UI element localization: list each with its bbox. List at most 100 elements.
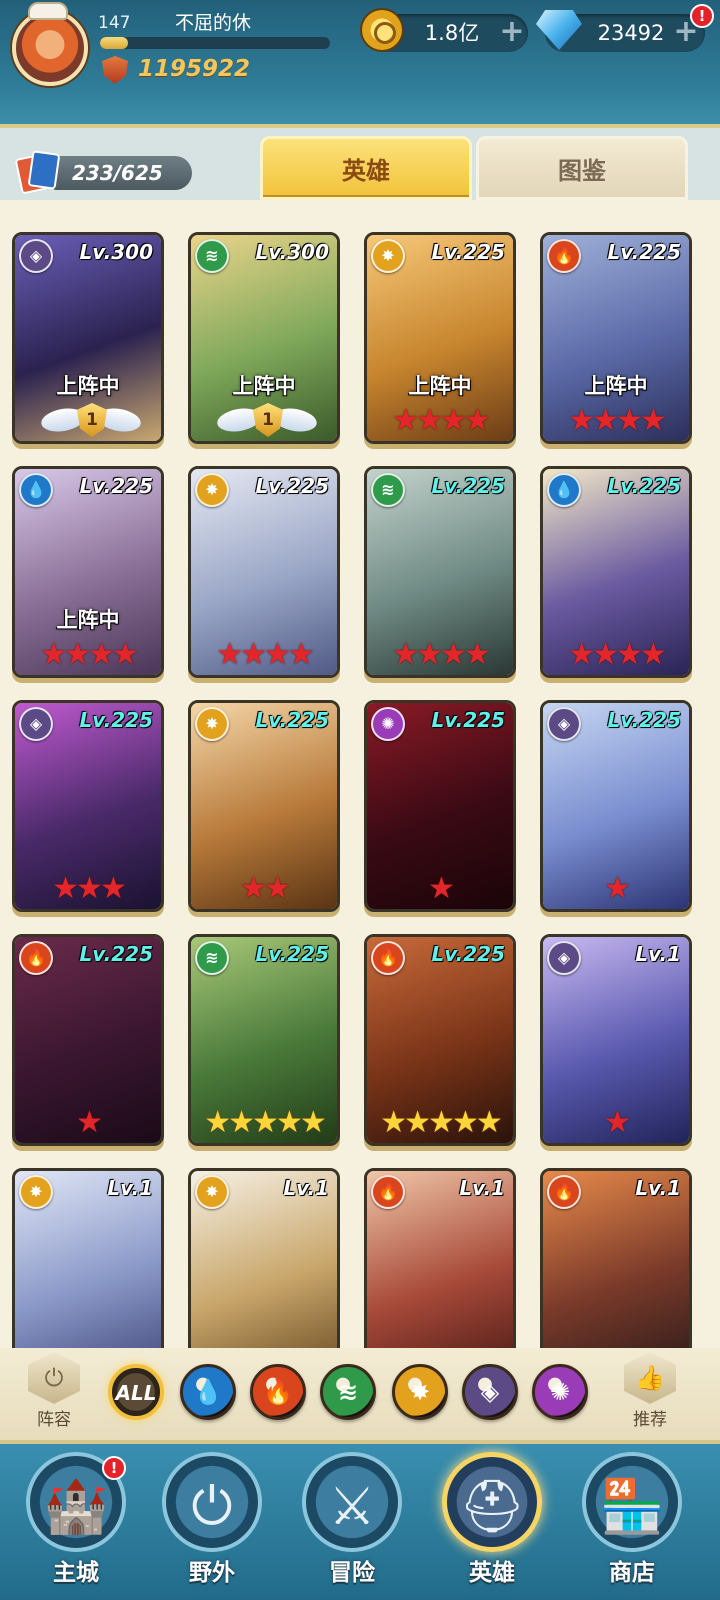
nav-label: 冒险 [329, 1560, 375, 1586]
combat-power: 1195922 [138, 56, 251, 82]
nav-label: 野外 [189, 1560, 235, 1586]
star-rating: ★★ [191, 871, 337, 907]
star-icon: ★ [592, 403, 619, 438]
player-level: 147 [98, 13, 131, 33]
exp-bar [100, 37, 330, 49]
nav-item[interactable]: 🏰 主城! [16, 1450, 136, 1600]
hero-card[interactable]: 💧 Lv.225 上阵中 ★★★★ [12, 466, 164, 678]
star-rating: ★★★★ [543, 637, 689, 673]
recommend-label: 推荐 [633, 1410, 667, 1430]
star-icon: ★ [440, 637, 467, 672]
hero-level: Lv.225 [607, 708, 682, 732]
hero-card[interactable]: 🔥 Lv.1 [364, 1168, 516, 1348]
star-rating: ★★★★ [15, 637, 161, 673]
hero-card[interactable]: ◈ Lv.300 上阵中 1 [12, 232, 164, 444]
hero-level: Lv.1 [283, 1176, 329, 1200]
nav-label: 主城 [53, 1560, 99, 1586]
thumbs-up-icon: 👍 [624, 1352, 676, 1404]
filter-arcane-button[interactable]: ✺ [532, 1364, 588, 1420]
hero-card[interactable]: ◈ Lv.1 ★ [540, 934, 692, 1146]
hero-level: Lv.225 [255, 474, 330, 498]
hero-card[interactable]: ✸ Lv.1 [188, 1168, 340, 1348]
hero-card[interactable]: 🔥 Lv.225 ★ [12, 934, 164, 1146]
nav-item[interactable]: ⛑ 英雄 [432, 1450, 552, 1600]
portal-icon: ⏻ [191, 1477, 233, 1537]
star-icon: ★ [216, 637, 243, 672]
star-icon: ★ [228, 1105, 255, 1140]
hero-level: Lv.225 [431, 942, 506, 966]
star-icon: ★ [568, 637, 595, 672]
star-icon: ★ [264, 871, 291, 906]
filter-all-button[interactable]: ALL [108, 1364, 164, 1420]
hero-card[interactable]: 🔥 Lv.1 [540, 1168, 692, 1348]
star-icon: ★ [40, 637, 67, 672]
star-icon: ★ [64, 637, 91, 672]
star-icon: ★ [440, 403, 467, 438]
lineup-button[interactable]: ⏻ 阵容 [22, 1352, 86, 1436]
star-icon: ★ [568, 403, 595, 438]
nav-item[interactable]: 🏪 商店 [572, 1450, 692, 1600]
gold-coin-icon [360, 8, 404, 52]
star-rating: ★ [367, 871, 513, 907]
hero-card[interactable]: ◈ Lv.225 ★ [540, 700, 692, 912]
filter-nature-button[interactable]: ≋ [320, 1364, 376, 1420]
hero-level: Lv.225 [255, 708, 330, 732]
hero-level: Lv.1 [635, 1176, 681, 1200]
tab-codex[interactable]: 图鉴 [476, 136, 688, 200]
filter-water-button[interactable]: 💧 [180, 1364, 236, 1420]
gem-value: 23492 [597, 21, 665, 45]
hero-card[interactable]: ≋ Lv.300 上阵中 1 [188, 232, 340, 444]
hero-card[interactable]: ✸ Lv.1 [12, 1168, 164, 1348]
player-avatar[interactable] [12, 10, 88, 86]
deployed-label: 上阵中 [56, 608, 120, 632]
arcane-element-icon: ✺ [549, 1378, 571, 1406]
fire-element-icon: 🔥 [547, 239, 581, 273]
deployed-label: 上阵中 [56, 374, 120, 398]
star-icon: ★ [204, 1105, 231, 1140]
hero-card[interactable]: ◈ Lv.225 ★★★ [12, 700, 164, 912]
tab-heroes[interactable]: 英雄 [260, 136, 472, 200]
star-rating: ★★★★★ [367, 1105, 513, 1141]
hero-level: Lv.225 [607, 474, 682, 498]
hero-card[interactable]: 💧 Lv.225 ★★★★ [540, 466, 692, 678]
water-element-icon: 💧 [19, 473, 53, 507]
hero-level: Lv.225 [79, 942, 154, 966]
nav-alert-badge: ! [102, 1456, 126, 1480]
hero-level: Lv.300 [255, 240, 330, 264]
star-icon: ★ [592, 637, 619, 672]
lineup-icon: ⏻ [28, 1352, 80, 1404]
filter-fire-button[interactable]: 🔥 [250, 1364, 306, 1420]
hero-card[interactable]: 🔥 Lv.225 ★★★★★ [364, 934, 516, 1146]
filter-shadow-button[interactable]: ◈ [462, 1364, 518, 1420]
star-icon: ★ [99, 871, 127, 906]
hero-card[interactable]: ≋ Lv.225 ★★★★★ [188, 934, 340, 1146]
light-element-icon: ✸ [195, 1175, 229, 1209]
deployed-label: 上阵中 [408, 374, 472, 398]
hero-card[interactable]: ✸ Lv.225 ★★★★ [188, 466, 340, 678]
hero-card[interactable]: 🔥 Lv.225 上阵中 ★★★★ [540, 232, 692, 444]
star-icon: ★ [428, 871, 455, 906]
hero-card[interactable]: ✺ Lv.225 ★ [364, 700, 516, 912]
star-rating: ★ [543, 871, 689, 907]
nature-element-icon: ≋ [195, 239, 229, 273]
shadow-element-icon: ◈ [547, 941, 581, 975]
star-icon: ★ [639, 637, 667, 672]
deployed-label: 上阵中 [232, 374, 296, 398]
star-icon: ★ [416, 637, 443, 672]
avatar-frame-ornament [28, 2, 68, 20]
hero-card[interactable]: ✸ Lv.225 上阵中 ★★★★ [364, 232, 516, 444]
fire-element-icon: 🔥 [371, 941, 405, 975]
add-gold-button[interactable]: + [498, 17, 526, 48]
recommend-button[interactable]: 👍 推荐 [618, 1352, 682, 1436]
filter-light-button[interactable]: ✸ [392, 1364, 448, 1420]
light-element-icon: ✸ [195, 707, 229, 741]
star-icon: ★ [252, 1105, 279, 1140]
star-icon: ★ [275, 1105, 303, 1140]
star-icon: ★ [428, 1105, 455, 1140]
hero-level: Lv.225 [431, 240, 506, 264]
nav-label: 商店 [609, 1560, 655, 1586]
hero-card[interactable]: ≋ Lv.225 ★★★★ [364, 466, 516, 678]
nav-item[interactable]: ⏻ 野外 [152, 1450, 272, 1600]
hero-card[interactable]: ✸ Lv.225 ★★ [188, 700, 340, 912]
nav-item[interactable]: ⚔ 冒险 [292, 1450, 412, 1600]
